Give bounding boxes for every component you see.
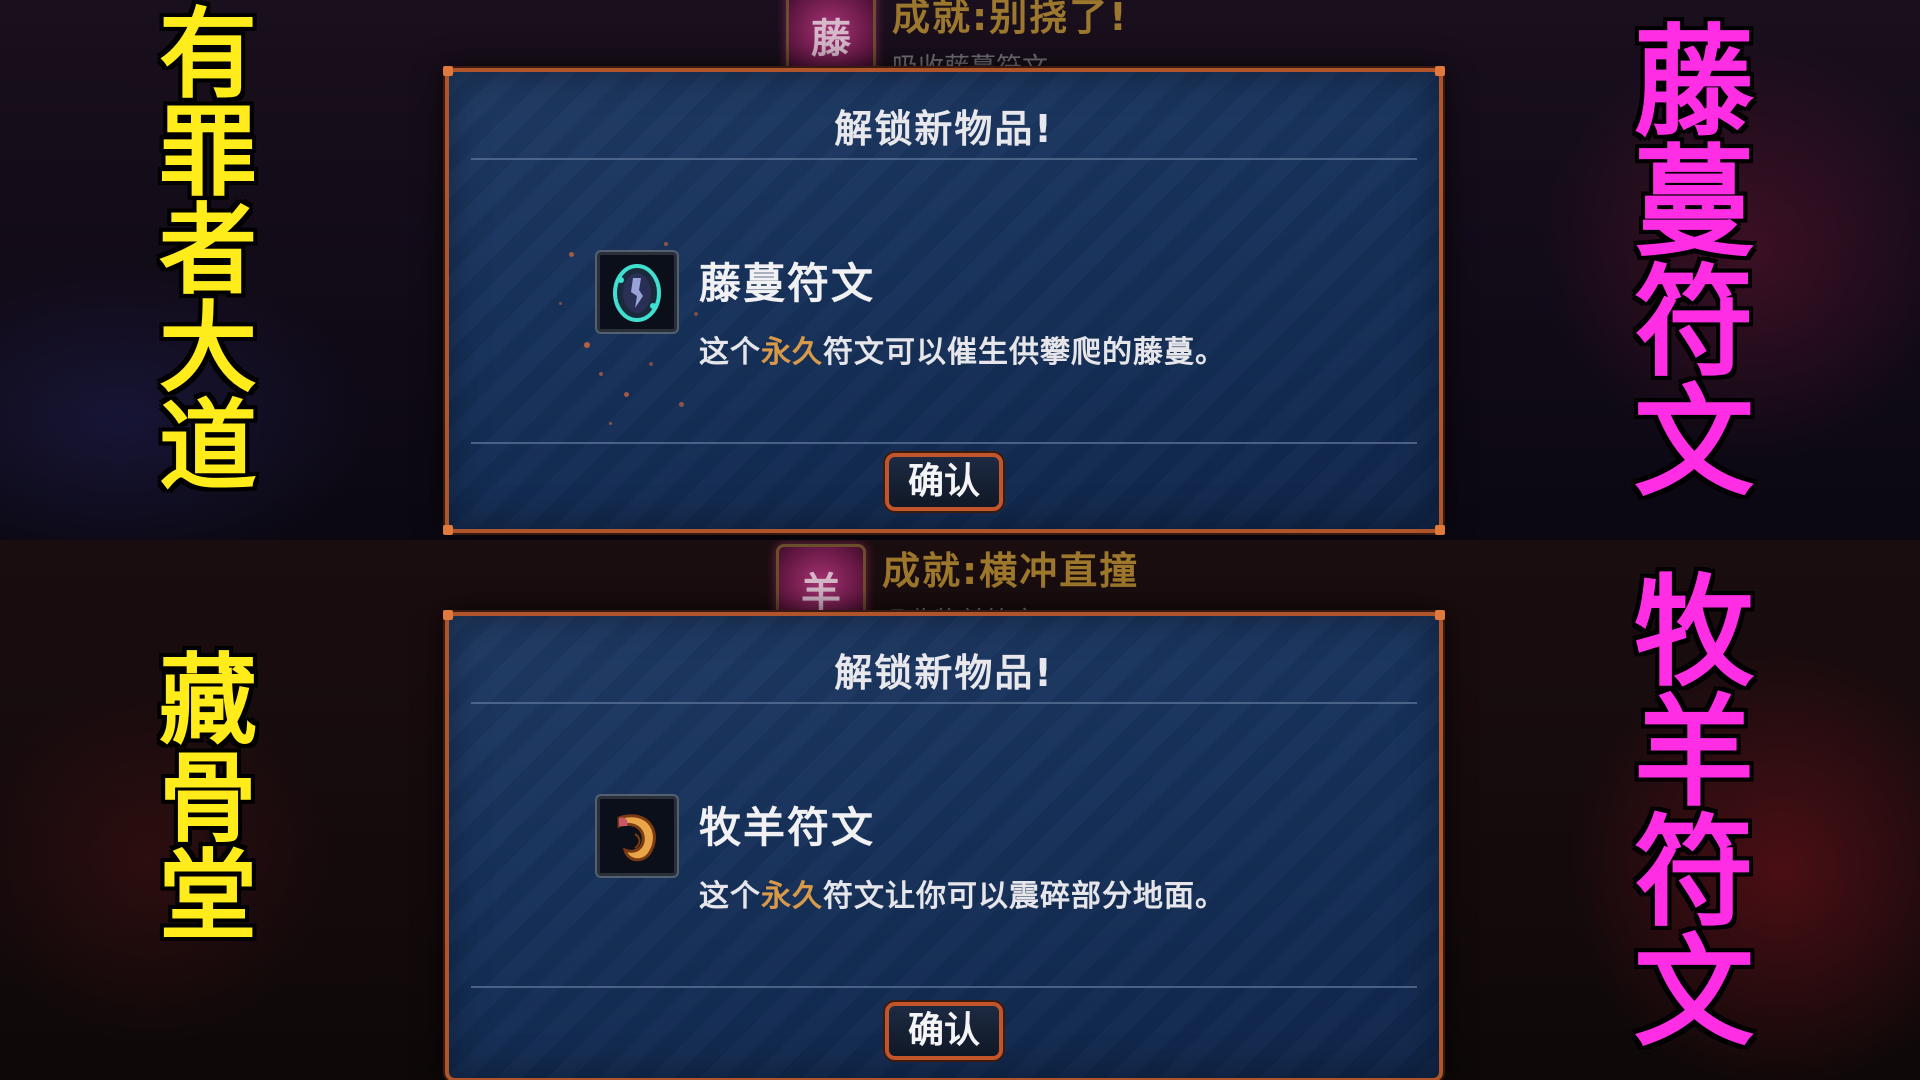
bottom-panel: 羊 成就:横冲直撞 吸收牧羊符文 解锁新物品! 牧羊符文 这个永久符文让你可以震… (0, 540, 1920, 1080)
item-name: 牧羊符文 (699, 803, 876, 852)
divider (471, 158, 1417, 160)
unlocked-item: 牧羊符文 这个永久符文让你可以震碎部分地面。 (597, 796, 1226, 915)
item-description: 这个永久符文可以催生供攀爬的藤蔓。 (699, 335, 1226, 370)
item-name: 藤蔓符文 (699, 259, 876, 308)
left-caption: 藏 骨 堂 (158, 644, 257, 954)
highlight-permanent: 永久 (761, 879, 823, 914)
unlock-dialog: 解锁新物品! 藤蔓符文 这个永久符文可以催生供攀爬的藤蔓。 确认 (443, 66, 1445, 535)
right-caption: 藤 蔓 符 文 (1634, 14, 1754, 513)
ram-horn-rune-icon (597, 796, 677, 876)
achievement-title: 成就:别挠了! (892, 0, 1129, 39)
dialog-title: 解锁新物品! (834, 651, 1054, 695)
divider (471, 986, 1417, 988)
highlight-permanent: 永久 (761, 335, 823, 370)
divider (471, 702, 1417, 704)
achievement-title: 成就:横冲直撞 (882, 549, 1140, 593)
unlocked-item: 藤蔓符文 这个永久符文可以催生供攀爬的藤蔓。 (597, 252, 1226, 371)
dialog-title: 解锁新物品! (834, 107, 1054, 151)
right-caption: 牧 羊 符 文 (1634, 564, 1754, 1063)
left-caption: 有 罪 者 大 道 (158, 0, 257, 504)
confirm-button[interactable]: 确认 (885, 453, 1003, 511)
divider (471, 442, 1417, 444)
item-description: 这个永久符文让你可以震碎部分地面。 (699, 879, 1226, 914)
vine-rune-icon (597, 252, 677, 332)
unlock-dialog: 解锁新物品! 牧羊符文 这个永久符文让你可以震碎部分地面。 确认 (443, 610, 1445, 1080)
confirm-button[interactable]: 确认 (885, 1002, 1003, 1060)
top-panel: 藤 成就:别挠了! 吸收藤蔓符文 解锁新物品! (0, 0, 1920, 540)
